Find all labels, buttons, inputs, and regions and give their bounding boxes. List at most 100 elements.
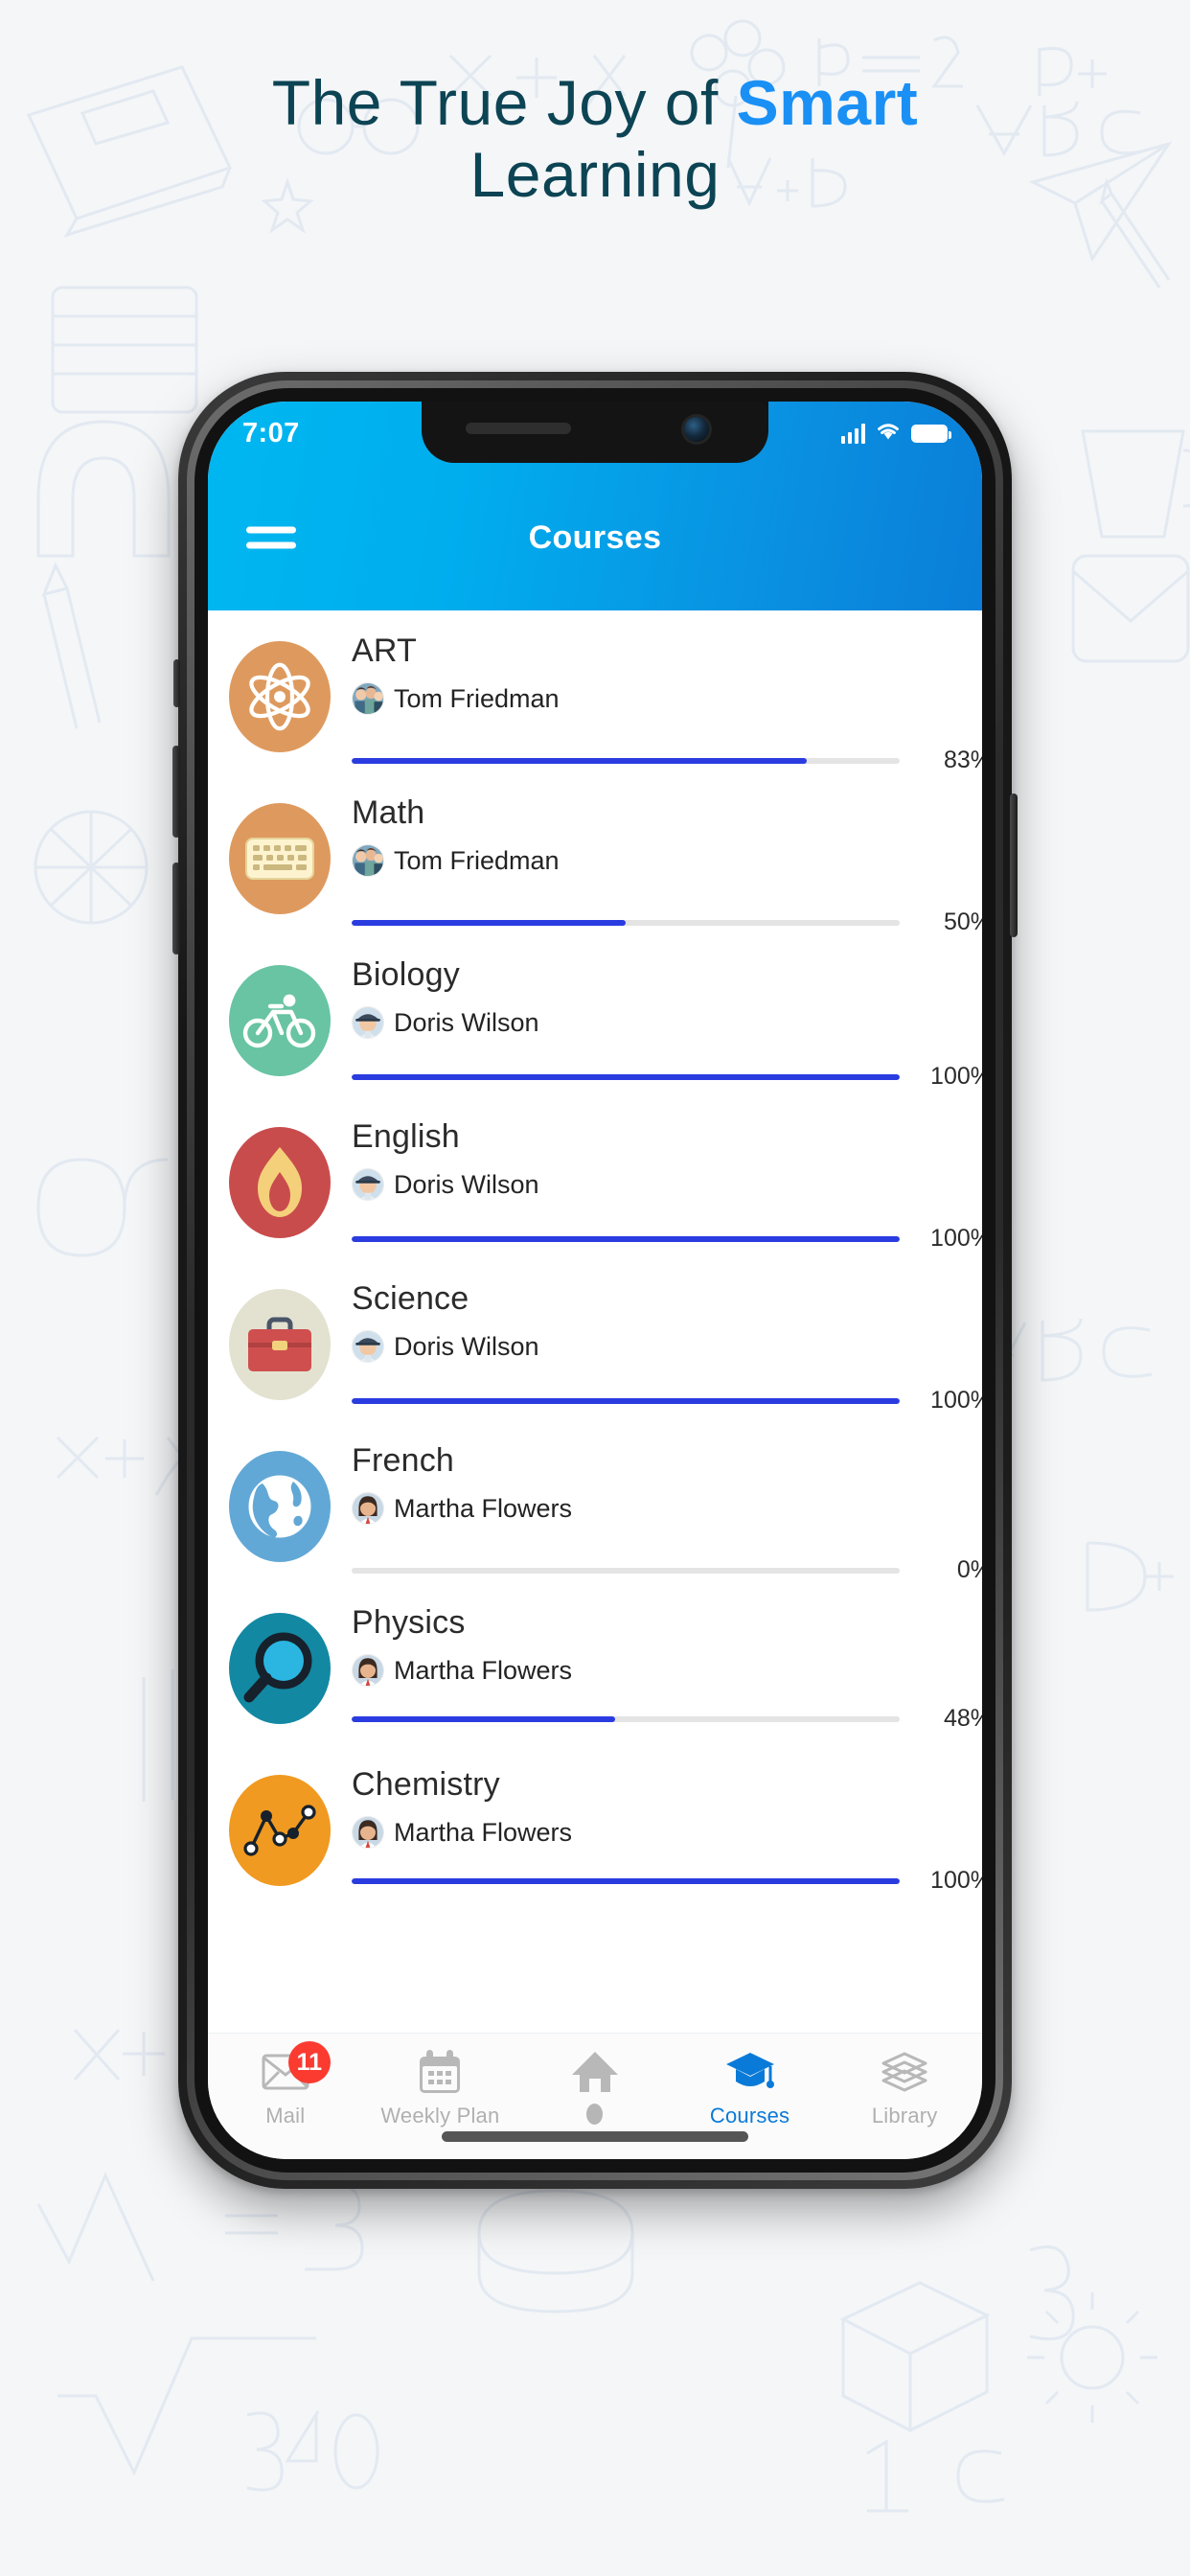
graduation-cap-icon[interactable] (725, 2047, 775, 2097)
nav-item-courses[interactable]: Courses (673, 2047, 828, 2128)
briefcase-icon (229, 1289, 331, 1400)
phone-silent-switch[interactable] (173, 659, 180, 707)
course-icon-wrap (208, 957, 352, 1076)
course-title: Physics (352, 1604, 466, 1641)
course-teacher: Martha Flowers (352, 1492, 965, 1526)
teacher-name: Tom Friedman (394, 845, 560, 875)
course-progress: 100% (352, 1225, 982, 1253)
course-progress: 83% (352, 747, 982, 774)
course-body: English Doris Wilson 100% (352, 1118, 982, 1252)
headline-line-1: The True Joy of Smart (0, 67, 1190, 139)
course-teacher: Martha Flowers (352, 1816, 965, 1850)
nav-item-label: Weekly Plan (380, 2104, 500, 2128)
calendar-icon[interactable] (418, 2047, 462, 2097)
teacher-name: Martha Flowers (394, 1493, 573, 1523)
nav-item-weekly-plan[interactable]: Weekly Plan (363, 2047, 518, 2128)
course-row[interactable]: Biology Doris Wilson 100% (208, 940, 982, 1102)
headline-text-accent: Smart (736, 67, 919, 138)
course-teacher: Doris Wilson (352, 1330, 965, 1364)
course-title: Math (352, 794, 425, 831)
home-indicator[interactable] (442, 2131, 748, 2142)
mail-icon[interactable]: 11 (262, 2041, 331, 2097)
course-body: Math Tom Friedman 50% (352, 794, 982, 935)
progress-percent-label: 50% (943, 908, 982, 935)
progress-bar (352, 1567, 900, 1574)
course-body: French Martha Flowers 0% (352, 1442, 982, 1583)
course-title: French (352, 1442, 455, 1479)
home-icon[interactable] (570, 2047, 620, 2097)
course-progress: 100% (352, 1063, 982, 1091)
progress-bar (352, 1715, 900, 1722)
phone-volume-down-button[interactable] (172, 862, 180, 954)
progress-percent-label: 0% (956, 1556, 982, 1583)
globe-icon (229, 1451, 331, 1562)
phone-notch (422, 402, 768, 463)
progress-percent-label: 83% (943, 747, 982, 773)
cellular-signal-icon (841, 423, 865, 444)
course-body: Science Doris Wilson 100% (352, 1280, 982, 1414)
course-row[interactable]: Physics Martha Flowers 48% (208, 1588, 982, 1750)
course-teacher: Martha Flowers (352, 1654, 965, 1688)
battery-icon (911, 424, 951, 443)
headline-line-2: Learning (469, 139, 721, 211)
course-row[interactable]: French Martha Flowers 0% (208, 1426, 982, 1588)
course-icon-wrap (208, 795, 352, 914)
course-row[interactable]: English Doris Wilson 100% (208, 1102, 982, 1264)
course-row[interactable]: Math Tom Friedman 50% (208, 778, 982, 940)
wifi-icon (875, 421, 902, 447)
course-icon-wrap (208, 1281, 352, 1400)
keyboard-icon (229, 803, 331, 914)
course-teacher: Tom Friedman (352, 844, 965, 878)
status-time: 7:07 (242, 417, 300, 448)
books-icon[interactable] (880, 2047, 929, 2097)
course-row[interactable]: Chemistry Martha Flowers 100% (208, 1750, 982, 1909)
nav-item-mail[interactable]: 11 Mail (208, 2041, 363, 2128)
course-icon-wrap (208, 1443, 352, 1562)
progress-bar (352, 919, 900, 926)
phone-screen: 7:07 Courses ART Tom Friedman 83 Math To… (208, 402, 982, 2159)
nav-item-library[interactable]: Library (827, 2047, 982, 2128)
course-title: English (352, 1118, 460, 1155)
course-row[interactable]: ART Tom Friedman 83% (208, 616, 982, 778)
nav-item-label: Courses (709, 2104, 790, 2128)
headline-text-plain: The True Joy of (271, 67, 737, 138)
teacher-name: Martha Flowers (394, 1655, 573, 1685)
progress-bar (352, 757, 900, 764)
earpiece-speaker (466, 423, 571, 434)
course-progress: 100% (352, 1387, 982, 1414)
teacher-name: Doris Wilson (394, 1169, 539, 1199)
progress-percent-label: 48% (943, 1705, 982, 1732)
course-list[interactable]: ART Tom Friedman 83% (208, 610, 982, 1909)
phone-power-button[interactable] (1010, 794, 1018, 937)
course-title: ART (352, 632, 417, 669)
progress-percent-label: 100% (930, 1063, 982, 1090)
teacher-name: Doris Wilson (394, 1331, 539, 1361)
progress-bar (352, 1073, 900, 1080)
course-body: Chemistry Martha Flowers 100% (352, 1766, 982, 1894)
home-active-dot (586, 2104, 604, 2125)
group-photo-avatar (352, 682, 384, 716)
woman-avatar (352, 1816, 384, 1850)
course-progress: 100% (352, 1867, 982, 1895)
course-progress: 0% (352, 1556, 982, 1584)
course-row[interactable]: Science Doris Wilson 100% (208, 1264, 982, 1426)
teacher-name: Martha Flowers (394, 1817, 573, 1847)
course-teacher: Doris Wilson (352, 1168, 965, 1202)
flame-icon (229, 1127, 331, 1238)
notification-badge: 11 (287, 2041, 331, 2083)
phone-volume-up-button[interactable] (172, 746, 180, 838)
woman-avatar (352, 1492, 384, 1526)
teacher-name: Tom Friedman (394, 683, 560, 713)
man-cap-avatar (352, 1330, 384, 1364)
course-icon-wrap (208, 1119, 352, 1238)
teacher-name: Doris Wilson (394, 1007, 539, 1037)
progress-bar (352, 1397, 900, 1404)
course-teacher: Doris Wilson (352, 1006, 965, 1040)
course-icon-wrap (208, 633, 352, 752)
course-title: Science (352, 1280, 469, 1317)
hamburger-menu-icon[interactable] (246, 518, 296, 558)
nav-item-home[interactable] (517, 2047, 673, 2125)
progress-bar (352, 1235, 900, 1242)
progress-percent-label: 100% (930, 1387, 982, 1414)
course-icon-wrap (208, 1767, 352, 1886)
